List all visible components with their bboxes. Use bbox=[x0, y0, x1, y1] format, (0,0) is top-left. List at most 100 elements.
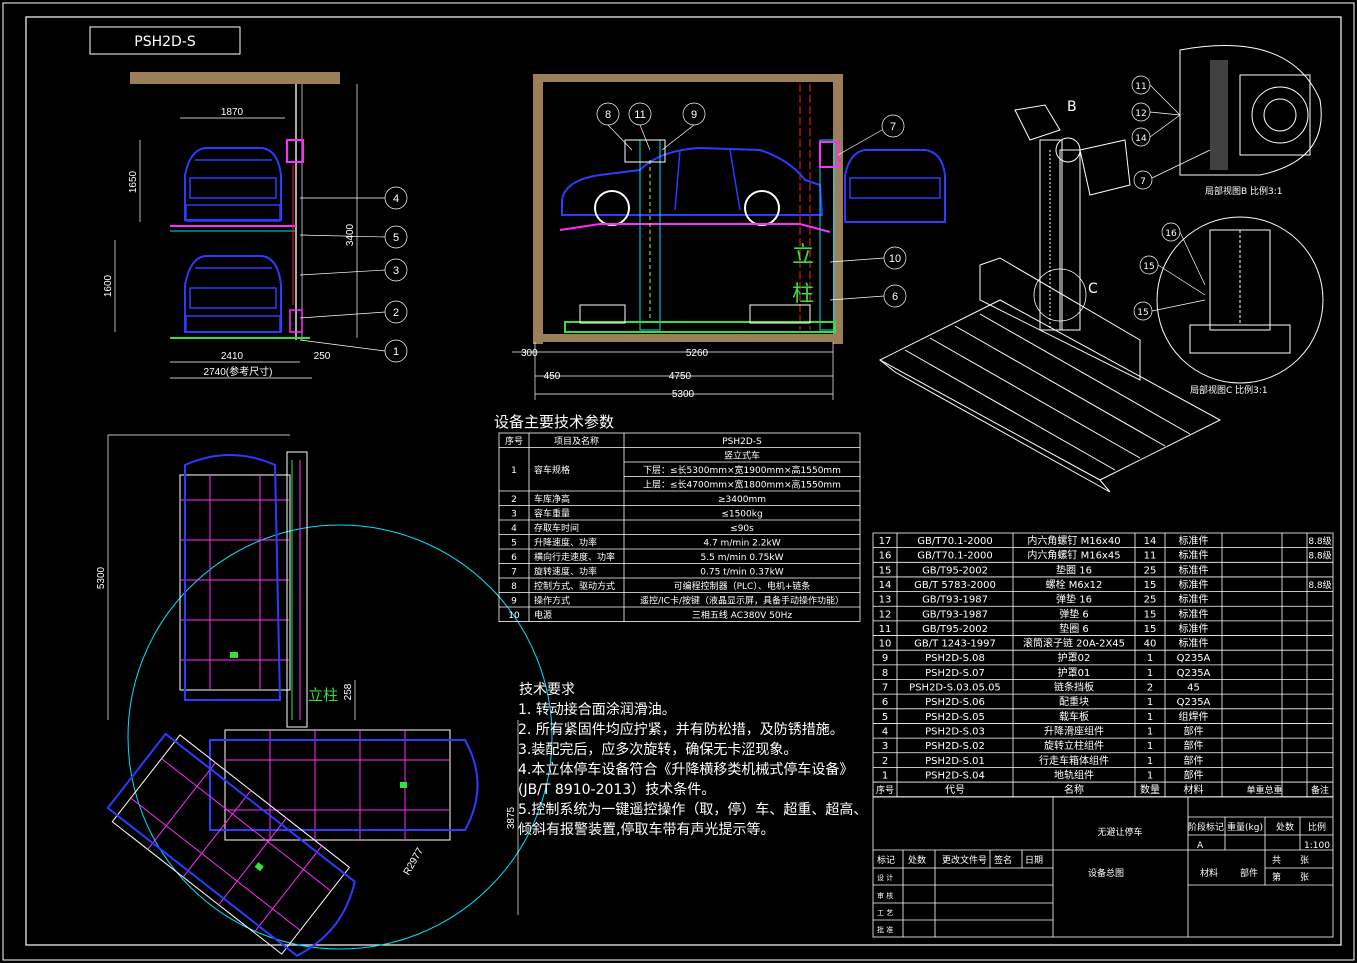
lower-car-front bbox=[184, 255, 282, 333]
tb-doc: 更改文件号 bbox=[942, 854, 987, 866]
title-block bbox=[872, 796, 1334, 938]
spec-row-name: 旋转速度、功率 bbox=[534, 566, 597, 578]
spec-row-value: 遥控/IC卡/按键（液晶显示屏，具备手动操作功能） bbox=[640, 595, 844, 607]
spec-row-value: ≥3400mm bbox=[718, 495, 766, 505]
bom-name: 螺栓 M6x12 bbox=[1046, 578, 1103, 591]
bom-name: 弹垫 6 bbox=[1059, 607, 1089, 620]
spec-row-value: 可编程控制器（PLC）、电机+链条 bbox=[674, 580, 811, 592]
tb-sign: 签名 bbox=[994, 854, 1012, 866]
balloon-3: 3 bbox=[393, 265, 399, 277]
tb-count-label: 处数 bbox=[1276, 821, 1294, 833]
bom-name: 内六角螺钉 M16x40 bbox=[1027, 534, 1120, 547]
bom-name: 护罩01 bbox=[1058, 666, 1091, 679]
bom-no: 4 bbox=[882, 726, 888, 737]
detail-b-balloon-11: 11 bbox=[1135, 82, 1146, 92]
bom-material: 标准件 bbox=[1179, 608, 1209, 620]
detail-b-balloon-12: 12 bbox=[1135, 109, 1146, 119]
bom-qty: 25 bbox=[1144, 565, 1157, 576]
bom-material: Q235A bbox=[1177, 653, 1211, 664]
bom-name: 旋转立柱组件 bbox=[1044, 739, 1104, 752]
spec-row-name: 横向行走速度、功率 bbox=[534, 551, 615, 563]
balloon-2: 2 bbox=[393, 307, 399, 319]
bom-name: 弹垫 16 bbox=[1056, 593, 1092, 606]
bom-code: PSH2D-S.05 bbox=[925, 712, 985, 723]
tb-craft: 工 艺 bbox=[877, 909, 893, 917]
plan-pillar-label: 立柱 bbox=[308, 686, 338, 704]
bom-qty: 40 bbox=[1144, 639, 1157, 650]
bom-header-qty: 数量 bbox=[1140, 783, 1160, 796]
spec-row-value: 0.75 t/min 0.37kW bbox=[700, 568, 784, 578]
bom-qty: 1 bbox=[1147, 770, 1153, 781]
detail-b-balloon-14: 14 bbox=[1135, 134, 1147, 144]
bom-qty: 11 bbox=[1144, 551, 1157, 562]
spec-header-no: 序号 bbox=[505, 435, 523, 447]
bom-code: GB/T70.1-2000 bbox=[917, 536, 992, 547]
bom-note: 8.8级 bbox=[1308, 550, 1331, 562]
bom-no: 8 bbox=[882, 668, 888, 679]
bom-table: 17 GB/T70.1-2000 内六角螺钉 M16x40 14 标准件 8.8级16 GB… bbox=[872, 532, 1334, 798]
balloon-7: 7 bbox=[890, 121, 896, 133]
bom-header-no: 序号 bbox=[876, 784, 894, 796]
tb-date: 日期 bbox=[1025, 855, 1043, 866]
dim-2740: 2740(参考尺寸) bbox=[204, 365, 273, 378]
spec-row-no: 5 bbox=[511, 539, 517, 549]
tb-material: 材料 bbox=[1200, 867, 1218, 879]
balloon-8: 8 bbox=[605, 109, 611, 121]
bom-qty: 15 bbox=[1144, 580, 1157, 591]
bom-material: 标准件 bbox=[1179, 623, 1209, 635]
bom-no: 14 bbox=[879, 580, 892, 591]
bom-no: 7 bbox=[882, 683, 888, 694]
title-label: PSH2D-S bbox=[134, 34, 196, 50]
bom-name: 行走车箱体组件 bbox=[1039, 754, 1109, 767]
requirement-line-6: 5.控制系统为一键遥控操作（取，停）车、超重、超高、 bbox=[518, 801, 867, 818]
bom-material: 部件 bbox=[1184, 739, 1204, 752]
bom-name: 地轨组件 bbox=[1054, 768, 1094, 781]
bom-qty: 2 bbox=[1147, 683, 1153, 694]
spec-row-no: 2 bbox=[511, 495, 517, 505]
detail-b-caption: 局部视图B 比例3:1 bbox=[1205, 185, 1283, 197]
tb-count: 处数 bbox=[908, 854, 926, 866]
bom-no: 11 bbox=[879, 624, 892, 635]
bom-no: 12 bbox=[879, 609, 892, 620]
spec-row-no: 4 bbox=[511, 524, 517, 534]
bom-code: GB/T95-2002 bbox=[922, 565, 988, 576]
spec-header-name: 项目及名称 bbox=[554, 435, 599, 447]
bom-name: 链条挡板 bbox=[1054, 681, 1094, 694]
bom-header-material: 材料 bbox=[1184, 783, 1204, 796]
tb-mark: 标记 bbox=[877, 854, 895, 866]
bom-material: 标准件 bbox=[1179, 579, 1209, 591]
spec-row-name: 电源 bbox=[534, 609, 552, 621]
side-view: 立 柱 300 5260 450 4750 5300 8 11 9 7 10 6 bbox=[512, 74, 946, 400]
bom-qty: 1 bbox=[1147, 712, 1153, 723]
bom-header-name: 名称 bbox=[1064, 783, 1084, 796]
bom-qty: 1 bbox=[1147, 697, 1153, 708]
dim-250: 250 bbox=[314, 351, 331, 362]
bom-header-code: 代号 bbox=[945, 784, 965, 796]
tb-scale-label: 比例 bbox=[1308, 821, 1326, 833]
balloon-5: 5 bbox=[393, 232, 399, 244]
spec-row-value: 上层：≤长4700mm×宽1800mm×高1550mm bbox=[643, 479, 841, 491]
bom-code: PSH2D-S.03.05.05 bbox=[909, 683, 1001, 694]
bom-code: PSH2D-S.01 bbox=[925, 756, 985, 767]
plan-dim-radius: R2977 bbox=[402, 846, 426, 877]
spec-row-value: 竖立式车 bbox=[724, 450, 760, 462]
bom-no: 6 bbox=[882, 697, 888, 708]
bom-note: 8.8级 bbox=[1308, 535, 1331, 547]
bom-name: 内六角螺钉 M16x45 bbox=[1027, 549, 1120, 562]
spec-row-no: 10 bbox=[508, 611, 520, 621]
dim-5260: 5260 bbox=[686, 348, 709, 359]
dim-1600: 1600 bbox=[103, 274, 114, 297]
balloon-11: 11 bbox=[634, 109, 645, 121]
bom-material: 标准件 bbox=[1179, 550, 1209, 562]
balloon-1: 1 bbox=[393, 346, 399, 358]
bom-header-weight: 单重总重 bbox=[1246, 784, 1282, 796]
tb-sheet-total: 共 bbox=[1272, 855, 1281, 866]
tb-check: 审 核 bbox=[877, 891, 893, 900]
bom-no: 1 bbox=[882, 770, 888, 781]
dim-1870: 1870 bbox=[221, 107, 244, 118]
dim-450: 450 bbox=[544, 371, 561, 382]
tb-stage-val: A bbox=[1197, 841, 1204, 851]
tb-stage: 阶段标记 bbox=[1188, 821, 1224, 833]
spec-row-name: 升降速度、功率 bbox=[534, 537, 597, 549]
front-view: 1870 1650 1600 3400 2410 250 2740(参考尺寸) … bbox=[103, 72, 408, 379]
